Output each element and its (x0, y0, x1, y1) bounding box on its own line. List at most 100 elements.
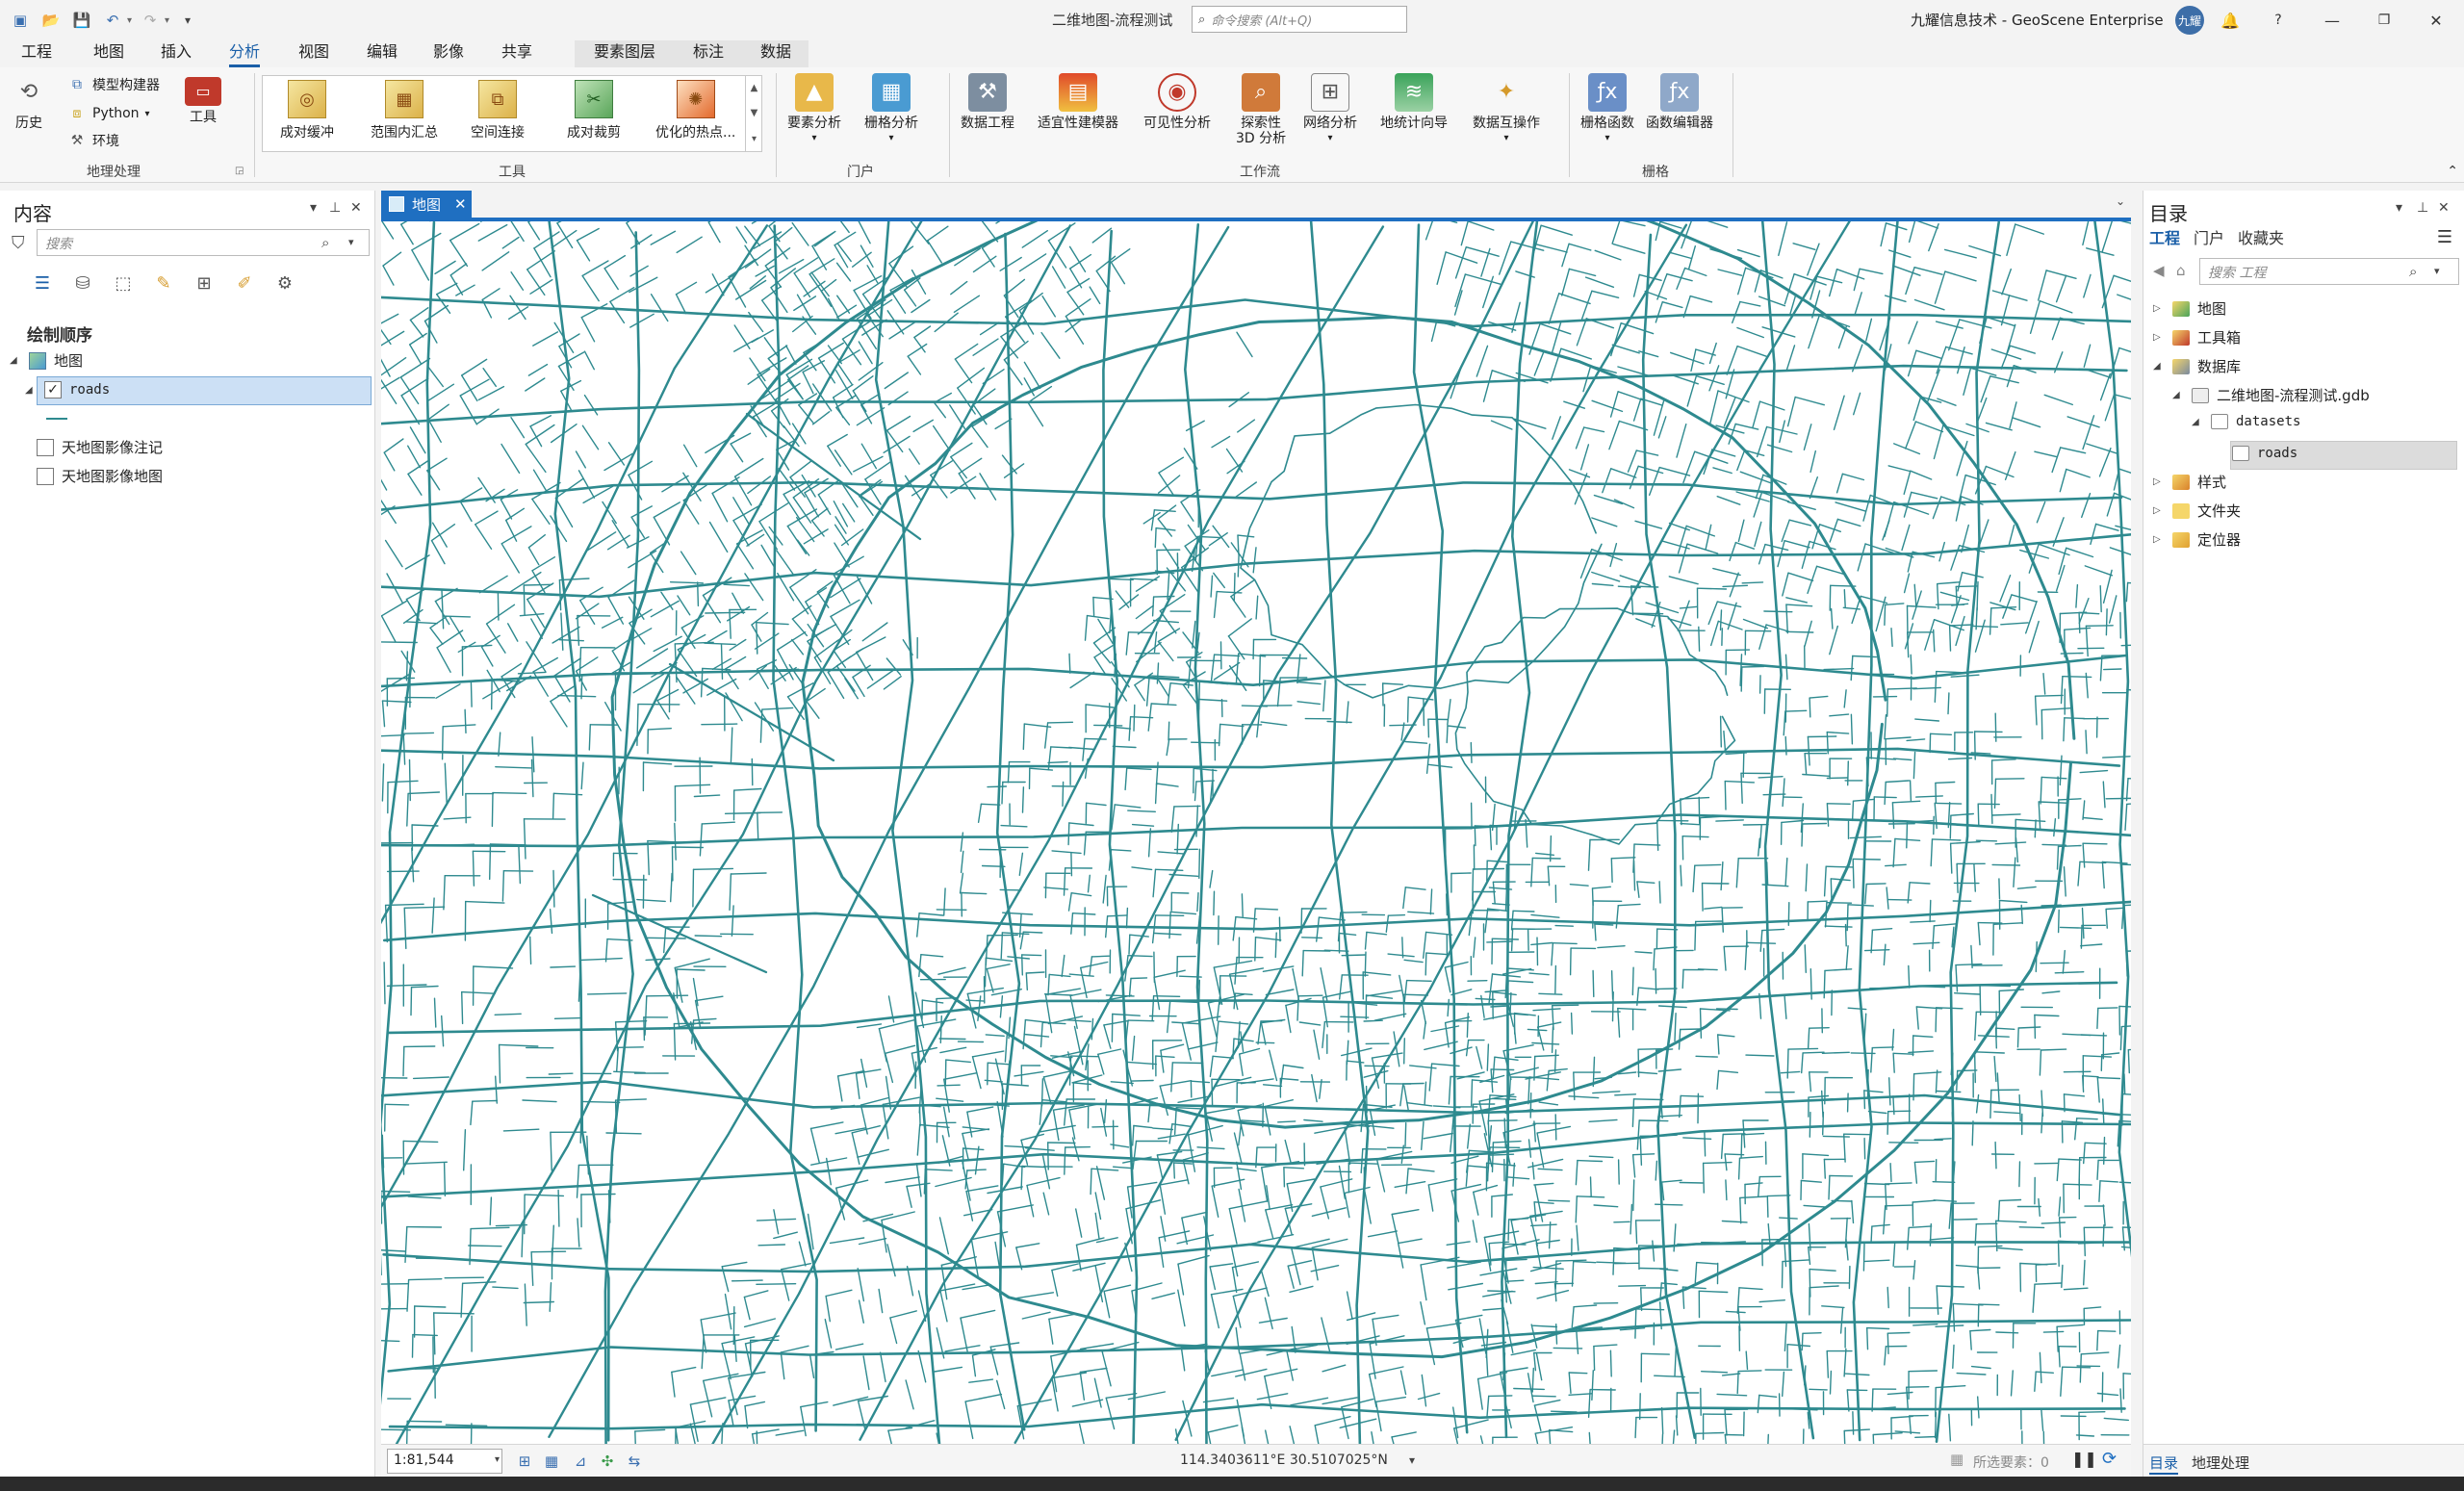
catalog-item-datasets[interactable]: ◢ datasets (2192, 414, 2300, 429)
summarize-within-button[interactable]: ▦ 范围内汇总 (371, 80, 438, 141)
environments-button[interactable]: ⚒ 环境 (67, 131, 119, 150)
toc-roads-row-content[interactable]: ◢ ✓ roads (25, 381, 110, 398)
snapping-icon[interactable]: ⊞ (191, 270, 218, 296)
redo-icon[interactable]: ↷ (138, 8, 163, 33)
catalog-item-gdb[interactable]: ◢ 二维地图-流程测试.gdb (2172, 385, 2370, 405)
gallery-up-icon[interactable]: ▲ (751, 83, 758, 93)
pairwise-buffer-button[interactable]: ◎ 成对缓冲 (280, 80, 334, 141)
redo-dropdown-icon[interactable]: ▾ (165, 15, 169, 26)
back-icon[interactable]: ◀ (2153, 262, 2165, 279)
function-editor-button[interactable]: ƒx 函数编辑器 (1646, 73, 1713, 131)
raster-analysis-button[interactable]: ▦ 栅格分析 ▾ (864, 73, 918, 146)
toc-map-row[interactable]: ◢ 地图 (10, 350, 83, 371)
tab-geoprocessing-pane[interactable]: 地理处理 (2192, 1452, 2249, 1473)
roads-symbol-swatch[interactable] (46, 418, 67, 420)
spatial-join-button[interactable]: ⧉ 空间连接 (471, 80, 525, 141)
drawing-order-icon[interactable]: ☰ (29, 270, 56, 296)
refresh-icon[interactable]: ⟳ (2102, 1449, 2117, 1469)
expand-arrow-icon[interactable]: ▷ (2153, 303, 2165, 314)
pairwise-clip-button[interactable]: ✂ 成对裁剪 (567, 80, 621, 141)
map-canvas[interactable] (381, 221, 2131, 1444)
grid-icon[interactable]: ▦ (541, 1451, 562, 1472)
collapse-arrow-icon[interactable]: ◢ (25, 385, 37, 396)
catalog-item-maps[interactable]: ▷ 地图 (2153, 298, 2226, 319)
pane-options-icon[interactable]: ▾ (310, 200, 317, 216)
tab-catalog-portal[interactable]: 门户 (2194, 225, 2224, 248)
history-button[interactable]: ⟲ 历史 (10, 73, 48, 132)
catalog-menu-icon[interactable]: ☰ (2437, 227, 2452, 247)
coordinate-format-icon[interactable]: ▾ (1409, 1453, 1415, 1467)
close-tab-icon[interactable]: ✕ (454, 195, 467, 213)
snapping-toggle-icon[interactable]: ✣ (597, 1451, 618, 1472)
tab-map[interactable]: 地图 (93, 40, 124, 67)
tab-catalog-favorites[interactable]: 收藏夹 (2238, 225, 2284, 248)
expand-arrow-icon[interactable]: ▷ (2153, 534, 2165, 545)
catalog-item-folders[interactable]: ▷ 文件夹 (2153, 501, 2241, 521)
gallery-scroller[interactable]: ▲ ▼ ▾ (745, 75, 762, 152)
bell-icon[interactable]: 🔔 (2216, 6, 2245, 35)
data-source-icon[interactable]: ⛁ (69, 270, 96, 296)
pane-options-icon[interactable]: ▾ (2396, 200, 2402, 216)
tools-button[interactable]: ▭ 工具 (185, 77, 221, 125)
scale-selector[interactable]: 1:81,544 (387, 1449, 502, 1474)
feature-analysis-button[interactable]: ▲ 要素分析 ▾ (787, 73, 841, 146)
selection-icon[interactable]: ⬚ (110, 270, 137, 296)
catalog-item-locators[interactable]: ▷ 定位器 (2153, 529, 2241, 550)
tab-labeling[interactable]: 标注 (693, 40, 724, 67)
tab-project[interactable]: 工程 (21, 40, 52, 67)
save-project-icon[interactable]: 💾 (69, 8, 94, 33)
search-options-icon[interactable]: ▾ (348, 236, 354, 248)
catalog-item-databases[interactable]: ◢ 数据库 (2153, 356, 2241, 376)
close-pane-icon[interactable]: ✕ (2438, 200, 2450, 216)
catalog-item-roads[interactable]: roads (2232, 446, 2297, 461)
expand-arrow-icon[interactable]: ▷ (2153, 332, 2165, 343)
map-view-tab[interactable]: 地图 ✕ (381, 191, 472, 218)
coordinate-icon[interactable]: ⊿ (570, 1451, 591, 1472)
user-avatar[interactable]: 九耀 (2175, 6, 2204, 35)
search-options-icon[interactable]: ▾ (2434, 265, 2440, 277)
fixed-zoom-icon[interactable]: ⊞ (514, 1451, 535, 1472)
tab-feature-layer[interactable]: 要素图层 (594, 40, 655, 67)
tab-edit[interactable]: 编辑 (367, 40, 398, 67)
data-interop-button[interactable]: ✦ 数据互操作 ▾ (1473, 73, 1540, 146)
undo-icon[interactable]: ↶ (100, 8, 125, 33)
collapse-arrow-icon[interactable]: ◢ (2192, 417, 2203, 427)
undo-dropdown-icon[interactable]: ▾ (127, 15, 132, 26)
exploratory-3d-button[interactable]: ⌕ 探索性 3D 分析 (1236, 73, 1286, 146)
pin-icon[interactable]: ⊥ (2417, 200, 2428, 216)
minimize-icon[interactable]: — (2318, 6, 2347, 35)
open-project-icon[interactable]: 📂 (38, 8, 64, 33)
command-search-box[interactable]: ⌕ 命令搜索 (Alt+Q) (1192, 6, 1407, 33)
scale-dropdown-icon[interactable]: ▾ (495, 1454, 500, 1465)
perspective-imagery-icon[interactable]: ⚙ (271, 270, 298, 296)
collapse-arrow-icon[interactable]: ◢ (2153, 361, 2165, 372)
toc-layer-imagery[interactable]: 天地图影像地图 (37, 466, 163, 486)
roads-visibility-checkbox[interactable]: ✓ (44, 381, 62, 398)
editing-icon[interactable]: ✎ (150, 270, 177, 296)
close-pane-icon[interactable]: ✕ (350, 200, 362, 216)
dialog-launcher-icon[interactable]: ◲ (235, 166, 244, 176)
close-icon[interactable]: ✕ (2422, 6, 2451, 35)
model-builder-button[interactable]: ⧉ 模型构建器 (67, 75, 160, 94)
filter-icon[interactable]: ⛉ (12, 233, 25, 253)
gallery-down-icon[interactable]: ▼ (751, 108, 758, 118)
visibility-analysis-button[interactable]: ◉ 可见性分析 (1143, 73, 1211, 131)
imagery-visibility-checkbox[interactable] (37, 467, 54, 485)
tab-view[interactable]: 视图 (298, 40, 329, 67)
restore-icon[interactable]: ❐ (2370, 6, 2399, 35)
nav-arrows-icon[interactable]: ⇆ (624, 1451, 645, 1472)
tab-imagery[interactable]: 影像 (433, 40, 464, 67)
new-project-icon[interactable]: ▣ (8, 8, 33, 33)
help-button[interactable]: ? (2264, 6, 2293, 35)
road-network-map[interactable] (381, 221, 2131, 1444)
catalog-item-toolboxes[interactable]: ▷ 工具箱 (2153, 327, 2241, 347)
search-icon[interactable]: ⌕ (321, 234, 329, 251)
search-icon[interactable]: ⌕ (2409, 263, 2417, 280)
tab-catalog-project[interactable]: 工程 (2149, 225, 2180, 248)
raster-functions-button[interactable]: ƒx 栅格函数 ▾ (1580, 73, 1634, 146)
catalog-item-styles[interactable]: ▷ 样式 (2153, 472, 2226, 492)
geostatistical-wizard-button[interactable]: ≋ 地统计向导 (1380, 73, 1448, 131)
tab-analysis[interactable]: 分析 (229, 40, 261, 67)
data-engineering-button[interactable]: ⚒ 数据工程 (961, 73, 1014, 131)
gallery-expand-icon[interactable]: ▾ (752, 134, 757, 144)
